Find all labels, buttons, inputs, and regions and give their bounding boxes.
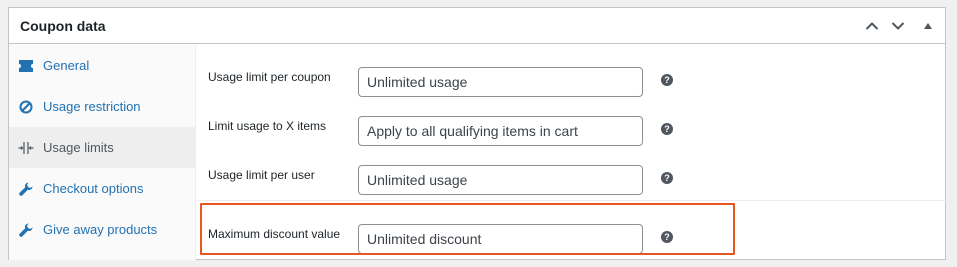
help-icon[interactable]: ? [661,172,673,184]
ticket-icon [18,58,34,74]
field-row-usage-limit-per-coupon: Usage limit per coupon ? [197,52,946,101]
tab-label: Usage limits [43,140,114,155]
tab-usage-restriction[interactable]: Usage restriction [9,86,195,127]
help-icon[interactable]: ? [661,123,673,135]
usage-limit-per-coupon-input[interactable] [358,67,643,97]
triangle-up-icon [924,23,932,29]
field-row-usage-limit-per-user: Usage limit per user ? [197,150,946,199]
maximum-discount-value-input[interactable] [358,224,643,254]
field-label: Usage limit per coupon [208,70,331,84]
section-divider [197,200,946,201]
coupon-data-panel: Coupon data General Usage restriction Us… [8,7,946,260]
usage-limits-panel: Usage limit per coupon ? Limit usage to … [197,45,946,260]
field-row-maximum-discount-value: Maximum discount value ? [197,209,946,258]
tab-checkout-options[interactable]: Checkout options [9,168,195,209]
chevron-down-icon [891,22,905,30]
wrench-icon [18,222,34,238]
toggle-panel-button[interactable] [918,16,938,36]
limit-usage-to-x-items-input[interactable] [358,116,643,146]
chevron-up-icon [865,22,879,30]
wrench-icon [18,181,34,197]
tab-give-away-products[interactable]: Give away products [9,209,195,250]
field-label: Maximum discount value [208,227,341,241]
tab-general[interactable]: General [9,45,195,86]
field-label: Usage limit per user [208,168,315,182]
panel-title: Coupon data [20,18,106,34]
limits-icon [18,140,34,156]
move-up-button[interactable] [862,16,882,36]
help-icon[interactable]: ? [661,74,673,86]
tab-label: General [43,58,90,73]
move-down-button[interactable] [888,16,908,36]
usage-limit-per-user-input[interactable] [358,165,643,195]
field-label: Limit usage to X items [208,119,327,133]
tab-label: Usage restriction [43,99,141,114]
tab-label: Checkout options [43,181,144,196]
panel-header: Coupon data [9,8,945,44]
coupon-tabs: General Usage restriction Usage limits C… [9,45,196,260]
tab-label: Give away products [43,222,158,237]
tab-usage-limits[interactable]: Usage limits [9,127,195,168]
help-icon[interactable]: ? [661,231,673,243]
field-row-limit-usage-to-x-items: Limit usage to X items ? [197,101,946,150]
block-icon [18,99,34,115]
